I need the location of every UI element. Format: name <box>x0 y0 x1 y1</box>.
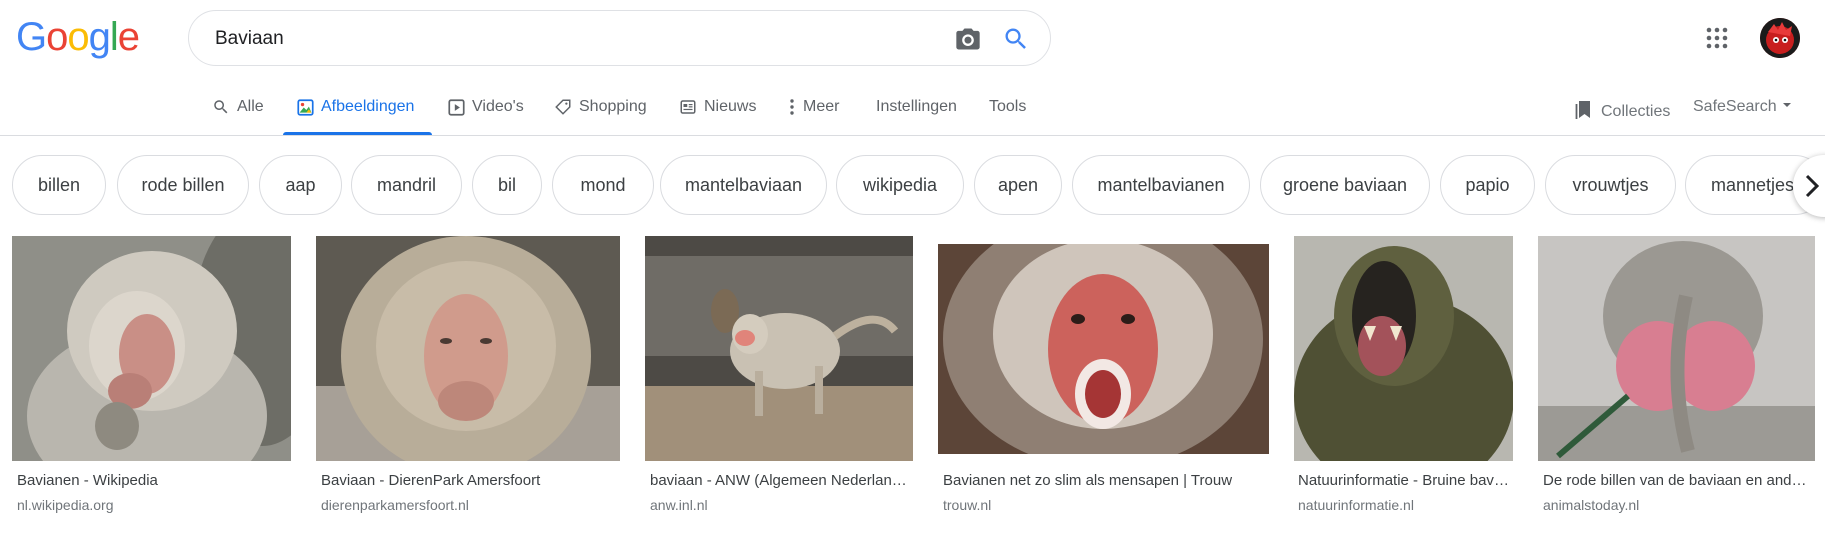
related-searches-chips: billen rode billen aap mandril bil mond … <box>0 155 1825 217</box>
logo-letter: G <box>16 15 47 59</box>
image-result[interactable]: Bavianen - Wikipedia nl.wikipedia.org <box>12 236 291 516</box>
result-thumbnail[interactable] <box>316 236 620 461</box>
chips-next-button[interactable] <box>1793 155 1825 217</box>
video-icon <box>448 98 465 116</box>
result-title[interactable]: Bavianen - Wikipedia <box>17 472 287 489</box>
tab-shopping[interactable]: Shopping <box>554 90 654 136</box>
logo-letter: l <box>109 15 119 59</box>
result-source: natuurinformatie.nl <box>1298 497 1414 513</box>
tab-settings[interactable]: Instellingen <box>876 90 966 136</box>
chip[interactable]: vrouwtjes <box>1545 155 1676 215</box>
tab-label: Video's <box>472 98 524 115</box>
chip[interactable]: groene baviaan <box>1260 155 1430 215</box>
tab-bar: Alle Afbeeldingen Video's Shopping Nieuw… <box>0 90 1825 136</box>
chip[interactable]: billen <box>12 155 106 215</box>
result-title[interactable]: baviaan - ANW (Algemeen Nederlands Woord… <box>650 472 910 489</box>
tab-label: Afbeeldingen <box>321 98 415 115</box>
result-source: nl.wikipedia.org <box>17 497 114 513</box>
chip[interactable]: wikipedia <box>836 155 964 215</box>
tab-label: Alle <box>237 98 264 115</box>
result-source: anw.inl.nl <box>650 497 708 513</box>
safesearch-label: SafeSearch <box>1693 98 1777 115</box>
result-thumbnail[interactable] <box>12 236 291 461</box>
chip[interactable]: mantelbaviaan <box>660 155 827 215</box>
chip[interactable]: aap <box>259 155 342 215</box>
result-title[interactable]: Baviaan - DierenPark Amersfoort <box>321 472 616 489</box>
result-thumbnail[interactable] <box>645 236 913 461</box>
tab-tools[interactable]: Tools <box>989 90 1034 136</box>
image-result[interactable]: Baviaan - DierenPark Amersfoort dierenpa… <box>316 236 620 516</box>
tab-label: Shopping <box>579 98 647 115</box>
result-source: animalstoday.nl <box>1543 497 1640 513</box>
image-icon <box>297 98 314 116</box>
google-logo[interactable]: Google <box>16 15 140 59</box>
tab-label: Tools <box>989 98 1027 115</box>
chip[interactable]: bil <box>472 155 542 215</box>
result-thumbnail[interactable] <box>1294 236 1513 461</box>
image-result[interactable]: Bavianen net zo slim als mensapen | Trou… <box>938 236 1269 516</box>
chip[interactable]: rode billen <box>117 155 249 215</box>
logo-letter: g <box>88 15 111 59</box>
safesearch-dropdown[interactable]: SafeSearch <box>1693 98 1793 116</box>
tab-all[interactable]: Alle <box>212 90 268 136</box>
image-result[interactable]: De rode billen van de baviaan en andere … <box>1538 236 1815 516</box>
search-icon <box>212 98 230 116</box>
avatar[interactable] <box>1760 18 1800 58</box>
image-result[interactable]: baviaan - ANW (Algemeen Nederlands Woord… <box>645 236 913 516</box>
apps-grid-icon[interactable] <box>1705 26 1729 50</box>
header-divider <box>0 135 1825 136</box>
search-box <box>188 10 1051 67</box>
result-title[interactable]: Bavianen net zo slim als mensapen | Trou… <box>943 472 1263 489</box>
tab-more[interactable]: Meer <box>788 90 848 136</box>
search-input[interactable] <box>213 11 917 67</box>
result-source: trouw.nl <box>943 497 992 513</box>
logo-letter: o <box>67 15 89 59</box>
logo-letter: e <box>117 15 140 59</box>
tab-images[interactable]: Afbeeldingen <box>283 90 432 136</box>
collections-label: Collecties <box>1601 102 1671 120</box>
chip[interactable]: mantelbavianen <box>1072 155 1250 215</box>
tab-news[interactable]: Nieuws <box>679 90 764 136</box>
chip[interactable]: mandril <box>351 155 462 215</box>
tab-label: Nieuws <box>704 98 757 115</box>
tab-label: Meer <box>803 98 840 115</box>
bookmark-icon <box>1575 98 1593 125</box>
camera-icon[interactable] <box>954 25 982 53</box>
collections-button[interactable]: Collecties <box>1575 98 1670 125</box>
chip[interactable]: papio <box>1440 155 1535 215</box>
tab-label: Instellingen <box>876 98 957 115</box>
result-thumbnail[interactable] <box>1538 236 1815 461</box>
logo-letter: o <box>46 15 68 59</box>
tag-icon <box>554 98 572 116</box>
image-result[interactable]: Natuurinformatie - Bruine baviaan natuur… <box>1294 236 1513 516</box>
search-icon[interactable] <box>1002 25 1030 53</box>
more-vert-icon <box>788 98 796 116</box>
result-title[interactable]: De rode billen van de baviaan en andere … <box>1543 472 1813 489</box>
result-title[interactable]: Natuurinformatie - Bruine baviaan <box>1298 472 1510 489</box>
chip[interactable]: apen <box>974 155 1062 215</box>
result-thumbnail[interactable] <box>938 244 1269 454</box>
chip[interactable]: mond <box>552 155 654 215</box>
news-icon <box>679 98 697 116</box>
tab-videos[interactable]: Video's <box>448 90 528 136</box>
chevron-down-icon <box>1781 98 1793 116</box>
result-source: dierenparkamersfoort.nl <box>321 497 469 513</box>
